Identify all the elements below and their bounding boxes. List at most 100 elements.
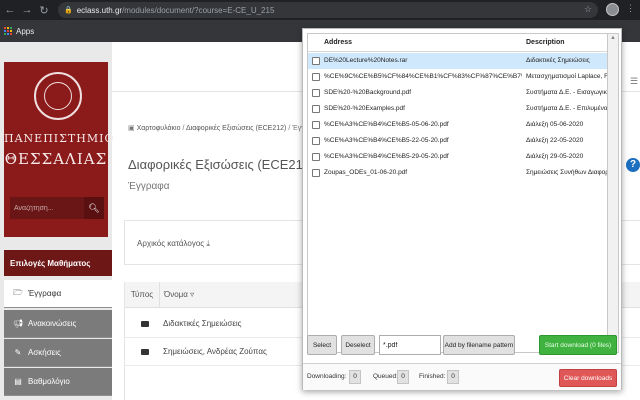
select-button[interactable]: Select [307,335,337,355]
file-row[interactable]: DE%20Lecture%20Notes.rar Διδακτικές Σημε… [308,53,607,69]
search-icon[interactable]: 🔍︎ [84,197,104,219]
forward-icon[interactable]: → [20,4,34,16]
file-list-header: Address Description [308,34,607,52]
back-icon[interactable]: ← [3,4,17,16]
sort-icon: ▿ [187,290,195,299]
file-address: %CE%9C%CE%B5%CF%84%CE%B1%CF%83%CF%87%CE%… [324,73,522,80]
file-description: Διάλεξη 05-06-2020 [526,121,584,128]
deselect-button[interactable]: Deselect [341,335,375,355]
finished-label: Finished: [419,373,446,380]
start-download-button[interactable]: Start download (0 files) [539,335,617,355]
lock-icon: 🔒 [64,7,73,14]
url-host: eclass.uth.gr [76,5,123,15]
file-checkbox[interactable] [312,89,320,97]
folder-open-icon: 🗁 [13,287,23,297]
file-description: Μετασχηματισμοί Laplace, F... [526,73,608,80]
page-title: Διαφορικές Εξισώσεις (ECE212) [128,157,315,172]
file-checkbox[interactable] [312,121,320,129]
file-address: SDE%20-%20Examples.pdf [324,105,405,112]
file-address: SDE%20-%20Background.pdf [324,89,412,96]
university-name-line2: ΘΕΣΣΑΛΙΑΣ [4,150,108,168]
sidebar: ΠΑΝΕΠΙΣΤΗΜΙΟ ΘΕΣΣΑΛΙΑΣ 🔍︎ Επιλογές Μαθήμ… [0,42,115,400]
file-description: Διάλεξη 29-05-2020 [526,153,584,160]
downloading-label: Downloading: [307,373,347,380]
help-icon[interactable]: ? [626,158,640,172]
browser-menu-icon[interactable]: ⋮ [626,3,635,14]
bookmark-star-icon[interactable]: ☆ [584,4,592,15]
col-type-header[interactable]: Τύπος [125,282,159,308]
file-checkbox[interactable] [312,153,320,161]
file-list-scrollbar[interactable]: ▲ ▼ [608,33,619,353]
folder-name[interactable]: Σημειώσεις, Ανδρέας Ζούπας [163,347,267,356]
filename-pattern-input[interactable] [379,335,441,355]
sidebar-item-label: Έγγραφα [28,289,62,298]
file-row[interactable]: %CE%A3%CE%B4%CE%B5-05-06-20.pdf Διάλεξη … [308,117,607,133]
file-row[interactable]: Zoupas_ODEs_01-06-20.pdf Σημειώσεις Συνή… [308,165,608,181]
file-description: Διάλεξη 22-05-2020 [526,137,584,144]
extension-icon[interactable] [606,3,619,16]
file-row[interactable]: %CE%9C%CE%B5%CF%84%CE%B1%CF%83%CF%87%CE%… [308,69,608,85]
file-row[interactable]: %CE%A3%CE%B4%CE%B5-22-05-20.pdf Διάλεξη … [308,133,607,149]
finished-count: 0 [447,370,459,384]
address-bar[interactable]: 🔒 eclass.uth.gr /modules/document/?cours… [58,2,598,18]
university-name-line1: ΠΑΝΕΠΙΣΤΗΜΙΟ [4,132,115,145]
download-status-bar: Downloading: 0 Queued: 0 Finished: 0 Cle… [303,363,621,390]
file-checkbox[interactable] [312,73,320,81]
sidebar-item-label: Ανακοινώσεις [28,319,77,328]
university-seal-icon [34,72,82,120]
sidebar-item-gradebook[interactable]: ▤ Βαθμολόγιο [4,368,112,396]
file-row[interactable]: SDE%20-%20Examples.pdf Συστήματα Δ.Ε. - … [308,101,608,117]
sidebar-item-label: Ασκήσεις [28,348,61,357]
search-input[interactable] [10,197,84,219]
sidebar-item-documents[interactable]: 🗁 Έγγραφα [4,280,112,308]
apps-bookmark[interactable]: Apps [16,27,34,36]
file-checkbox[interactable] [312,137,320,145]
bullhorn-icon: 📢︎ [12,319,24,328]
file-description: Διδακτικές Σημειώσεις [526,57,590,64]
queued-count: 0 [397,370,409,384]
sidebar-item-label: Βαθμολόγιο [28,377,70,386]
reload-icon[interactable]: ↻ [37,4,51,17]
file-description: Σημειώσεις Συνήθων Διαφορ... [526,169,608,176]
gradebook-icon: ▤ [14,377,22,386]
file-description: Συστήματα Δ.Ε. - Επιλυμένα ... [526,105,608,112]
url-path: /modules/document/?course=E-CE_U_215 [122,5,275,15]
course-menu-title[interactable]: Επιλογές Μαθήματος [4,250,112,276]
breadcrumb-course[interactable]: Διαφορικές Εξισώσεις (ECE212) [186,125,286,132]
root-folder-link[interactable]: Αρχικός κατάλογος ⤓ [137,239,210,249]
col-description-header[interactable]: Description [526,39,565,46]
folder-name[interactable]: Διδακτικές Σημειώσεις [163,319,242,328]
folder-icon [141,320,149,327]
col-address-header[interactable]: Address [324,39,352,46]
file-address: Zoupas_ODEs_01-06-20.pdf [324,169,408,176]
file-address: DE%20Lecture%20Notes.rar [324,57,408,64]
folder-icon [141,348,149,355]
download-extension-popup: Address Description DE%20Lecture%20Notes… [302,28,622,390]
file-address: %CE%A3%CE%B4%CE%B5-22-05-20.pdf [324,137,449,144]
file-row[interactable]: %CE%A3%CE%B4%CE%B5-29-05-20.pdf Διάλεξη … [308,149,607,165]
file-address: %CE%A3%CE%B4%CE%B5-05-06-20.pdf [324,121,449,128]
file-checkbox[interactable] [312,105,320,113]
settings-sliders-icon[interactable]: ☰ [630,76,638,87]
scroll-up-icon[interactable]: ▲ [610,35,616,41]
file-checkbox[interactable] [312,57,320,65]
download-icon[interactable]: ⤓ [206,239,210,248]
home-icon: ▣ [128,125,135,132]
file-description: Συστήματα Δ.Ε. - Εισαγωγικά... [526,89,608,96]
add-by-pattern-button[interactable]: Add by filename pattern [443,335,515,355]
edit-icon: ✎ [14,348,22,357]
clear-downloads-button[interactable]: Clear downloads [559,369,617,387]
sidebar-item-exercises[interactable]: ✎ Ασκήσεις [4,339,112,367]
apps-grid-icon[interactable] [4,27,12,35]
file-checkbox[interactable] [312,169,320,177]
file-list: Address Description DE%20Lecture%20Notes… [307,33,608,353]
file-address: %CE%A3%CE%B4%CE%B5-29-05-20.pdf [324,153,449,160]
browser-toolbar: ← → ↻ 🔒 eclass.uth.gr /modules/document/… [0,0,640,20]
file-row[interactable]: SDE%20-%20Background.pdf Συστήματα Δ.Ε. … [308,85,608,101]
breadcrumb-home[interactable]: Χαρτοφυλάκιο [137,125,181,132]
page-subtitle: Έγγραφα [128,181,170,192]
sidebar-search: 🔍︎ [10,197,104,219]
queued-label: Queued: [373,373,398,380]
downloading-count: 0 [349,370,361,384]
sidebar-item-announcements[interactable]: 📢︎ Ανακοινώσεις [4,310,112,338]
